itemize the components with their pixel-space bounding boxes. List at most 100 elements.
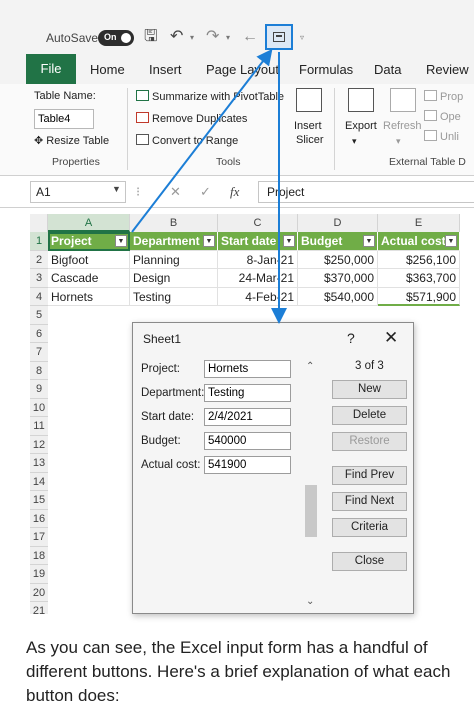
- delete-button[interactable]: Delete: [332, 406, 407, 425]
- undo-icon[interactable]: ↶: [170, 28, 183, 46]
- export-icon[interactable]: [348, 88, 374, 112]
- column-header-d[interactable]: D: [298, 214, 378, 232]
- row-header[interactable]: 19: [30, 565, 48, 584]
- project-input[interactable]: [204, 360, 291, 378]
- table-cell[interactable]: Cascade: [48, 269, 130, 288]
- save-icon[interactable]: 🖫: [144, 28, 158, 46]
- insert-slicer-label-1[interactable]: Insert: [294, 120, 322, 132]
- table-cell[interactable]: $370,000: [298, 269, 378, 288]
- cancel-icon[interactable]: ✕: [170, 184, 181, 200]
- cell-c1[interactable]: Start date ▼: [218, 232, 298, 251]
- form-icon[interactable]: [265, 24, 293, 50]
- redo-icon[interactable]: ↷: [206, 28, 219, 46]
- row-header[interactable]: 5: [30, 306, 48, 325]
- row-header[interactable]: 10: [30, 398, 48, 417]
- cell-b1[interactable]: Department ▼: [130, 232, 218, 251]
- back-icon[interactable]: ←: [242, 28, 258, 46]
- tab-data[interactable]: Data: [374, 62, 401, 77]
- table-cell[interactable]: Testing: [130, 287, 218, 306]
- table-cell[interactable]: Hornets: [48, 287, 130, 306]
- row-header[interactable]: 8: [30, 361, 48, 380]
- redo-dropdown-icon[interactable]: ▾: [226, 33, 230, 42]
- row-header[interactable]: 17: [30, 528, 48, 547]
- scroll-up-icon[interactable]: ⌃: [306, 361, 314, 372]
- row-header[interactable]: 13: [30, 454, 48, 473]
- actual-cost-input[interactable]: [204, 456, 291, 474]
- resize-table-button[interactable]: ✥ Resize Table: [34, 134, 109, 147]
- column-header-b[interactable]: B: [130, 214, 218, 232]
- scroll-down-icon[interactable]: ⌄: [306, 596, 314, 607]
- find-prev-button[interactable]: Find Prev: [332, 466, 407, 485]
- remove-duplicates-button[interactable]: Remove Duplicates: [136, 112, 247, 125]
- tab-home[interactable]: Home: [90, 62, 125, 77]
- criteria-button[interactable]: Criteria: [332, 518, 407, 537]
- select-all-corner[interactable]: [30, 214, 48, 232]
- row-header[interactable]: 11: [30, 417, 48, 436]
- budget-input[interactable]: [204, 432, 291, 450]
- name-box-dropdown-icon[interactable]: ▼: [112, 184, 121, 194]
- row-header[interactable]: 1: [30, 232, 48, 251]
- export-button[interactable]: Export: [345, 120, 377, 132]
- start-date-input[interactable]: [204, 408, 291, 426]
- table-cell[interactable]: Design: [130, 269, 218, 288]
- slicer-icon[interactable]: [296, 88, 322, 112]
- find-next-button[interactable]: Find Next: [332, 492, 407, 511]
- insert-function-icon[interactable]: fx: [230, 184, 239, 200]
- table-cell[interactable]: Bigfoot: [48, 250, 130, 269]
- scroll-thumb[interactable]: [305, 485, 317, 537]
- row-header[interactable]: 4: [30, 287, 48, 306]
- close-button[interactable]: Close: [332, 552, 407, 571]
- table-cell[interactable]: $363,700: [378, 269, 460, 288]
- row-header[interactable]: 12: [30, 435, 48, 454]
- tab-page-layout[interactable]: Page Layout: [206, 62, 279, 77]
- row-header[interactable]: 3: [30, 269, 48, 288]
- summarize-pivot-button[interactable]: Summarize with PivotTable: [136, 90, 284, 103]
- filter-dropdown-icon[interactable]: ▼: [115, 235, 127, 247]
- record-scrollbar[interactable]: ⌃ ⌄: [303, 359, 319, 609]
- table-cell[interactable]: Planning: [130, 250, 218, 269]
- table-name-input[interactable]: [34, 109, 94, 129]
- filter-dropdown-icon[interactable]: ▼: [445, 235, 457, 247]
- customize-qat-icon[interactable]: ▿: [300, 33, 304, 42]
- department-input[interactable]: [204, 384, 291, 402]
- convert-range-button[interactable]: Convert to Range: [136, 134, 238, 147]
- table-cell[interactable]: 8-Jan-21: [218, 250, 298, 269]
- row-header[interactable]: 18: [30, 546, 48, 565]
- undo-dropdown-icon[interactable]: ▾: [190, 33, 194, 42]
- table-cell[interactable]: 24-Mar-21: [218, 269, 298, 288]
- row-header[interactable]: 7: [30, 343, 48, 362]
- row-header[interactable]: 15: [30, 491, 48, 510]
- enter-icon[interactable]: ✓: [200, 184, 211, 200]
- cell-d1[interactable]: Budget ▼: [298, 232, 378, 251]
- row-header[interactable]: 20: [30, 583, 48, 602]
- formula-input[interactable]: Project: [258, 181, 474, 203]
- table-cell[interactable]: $571,900: [378, 287, 460, 306]
- filter-dropdown-icon[interactable]: ▼: [283, 235, 295, 247]
- help-icon[interactable]: ?: [347, 330, 355, 346]
- filter-dropdown-icon[interactable]: ▼: [203, 235, 215, 247]
- column-header-c[interactable]: C: [218, 214, 298, 232]
- new-button[interactable]: New: [332, 380, 407, 399]
- export-dropdown-icon[interactable]: ▾: [352, 136, 357, 147]
- tab-review[interactable]: Review: [426, 62, 469, 77]
- column-header-a[interactable]: A: [48, 214, 130, 232]
- tab-insert[interactable]: Insert: [149, 62, 182, 77]
- row-header[interactable]: 16: [30, 509, 48, 528]
- row-header[interactable]: 2: [30, 250, 48, 269]
- table-cell[interactable]: $540,000: [298, 287, 378, 306]
- insert-slicer-label-2[interactable]: Slicer: [296, 134, 324, 146]
- tab-file[interactable]: File: [26, 54, 76, 84]
- tab-formulas[interactable]: Formulas: [299, 62, 353, 77]
- table-cell[interactable]: $250,000: [298, 250, 378, 269]
- row-header[interactable]: 21: [30, 602, 48, 614]
- row-header[interactable]: 14: [30, 472, 48, 491]
- table-cell[interactable]: 4-Feb-21: [218, 287, 298, 306]
- cell-a1[interactable]: Project ▼: [48, 232, 130, 251]
- row-header[interactable]: 9: [30, 380, 48, 399]
- close-icon[interactable]: ✕: [384, 328, 398, 348]
- cell-e1[interactable]: Actual cost ▼: [378, 232, 460, 251]
- autosave-toggle[interactable]: On: [98, 30, 134, 46]
- row-header[interactable]: 6: [30, 324, 48, 343]
- column-header-e[interactable]: E: [378, 214, 460, 232]
- filter-dropdown-icon[interactable]: ▼: [363, 235, 375, 247]
